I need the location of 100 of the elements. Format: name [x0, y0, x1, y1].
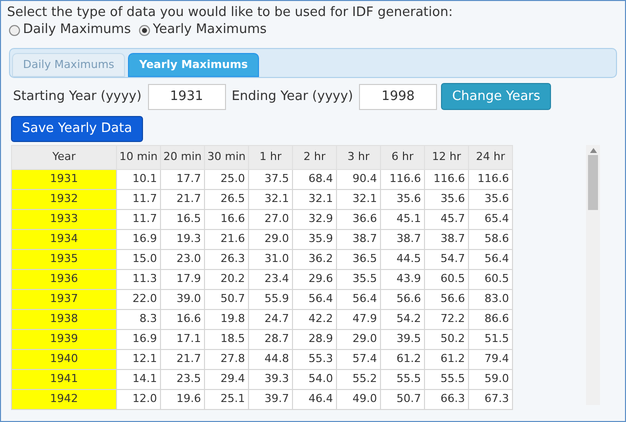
table-cell: 116.6: [380, 169, 424, 190]
table-cell: 28.9: [292, 329, 336, 350]
table-cell: 56.6: [424, 289, 468, 310]
save-yearly-data-button[interactable]: Save Yearly Data: [11, 116, 144, 142]
table-cell: 32.1: [248, 189, 292, 210]
table-cell: 51.5: [468, 329, 512, 350]
table-cell: 21.6: [204, 229, 248, 250]
table-cell: 56.6: [380, 289, 424, 310]
radio-icon[interactable]: [9, 24, 20, 36]
table-cell: 26.3: [204, 249, 248, 270]
column-header: 12 hr: [424, 145, 468, 170]
table-cell: 32.1: [292, 189, 336, 210]
table-cell: 24.7: [248, 309, 292, 330]
table-cell: 23.0: [160, 249, 204, 270]
table-cell: 17.7: [160, 169, 204, 190]
table-cell: 19.8: [204, 309, 248, 330]
table-cell: 11.7: [116, 189, 160, 210]
table-cell: 21.7: [160, 349, 204, 370]
table-cell: 38.7: [380, 229, 424, 250]
table-cell: 29.0: [248, 229, 292, 250]
table-cell: 29.4: [204, 369, 248, 390]
column-header: 10 min: [116, 145, 160, 170]
table-cell: 55.3: [292, 349, 336, 370]
table-cell: 46.4: [292, 389, 336, 410]
table-cell: 17.1: [160, 329, 204, 350]
table-cell: 16.9: [116, 229, 160, 250]
table-cell: 54.2: [380, 309, 424, 330]
table-cell: 68.4: [292, 169, 336, 190]
column-header: 24 hr: [468, 145, 512, 170]
table-cell: 60.5: [468, 269, 512, 290]
column-header: Year: [12, 145, 116, 170]
table-cell: 35.6: [468, 189, 512, 210]
year-cell: 1931: [12, 169, 116, 190]
table-cell: 36.6: [336, 209, 380, 230]
table-cell: 39.5: [380, 329, 424, 350]
table-cell: 39.3: [248, 369, 292, 390]
table-cell: 55.5: [380, 369, 424, 390]
table-cell: 116.6: [468, 169, 512, 190]
table-cell: 45.1: [380, 209, 424, 230]
table-cell: 27.0: [248, 209, 292, 230]
table-cell: 50.2: [424, 329, 468, 350]
table-cell: 16.5: [160, 209, 204, 230]
table-cell: 25.0: [204, 169, 248, 190]
year-cell: 1935: [12, 249, 116, 270]
table-cell: 55.2: [336, 369, 380, 390]
table-cell: 36.2: [292, 249, 336, 270]
column-header: 2 hr: [292, 145, 336, 170]
table-cell: 28.7: [248, 329, 292, 350]
table-cell: 66.3: [424, 389, 468, 410]
table-cell: 86.6: [468, 309, 512, 330]
start-year-field[interactable]: 1931: [148, 84, 226, 110]
table-cell: 59.0: [468, 369, 512, 390]
table-cell: 35.6: [424, 189, 468, 210]
table-cell: 21.7: [160, 189, 204, 210]
table-cell: 56.4: [336, 289, 380, 310]
table-cell: 55.5: [424, 369, 468, 390]
table-cell: 19.6: [160, 389, 204, 410]
table-cell: 79.4: [468, 349, 512, 370]
table-cell: 19.3: [160, 229, 204, 250]
year-cell: 1934: [12, 229, 116, 250]
table-cell: 45.7: [424, 209, 468, 230]
table-cell: 36.5: [336, 249, 380, 270]
table-cell: 60.5: [424, 269, 468, 290]
scrollbar[interactable]: [586, 144, 600, 405]
year-cell: 1938: [12, 309, 116, 330]
table-cell: 57.4: [336, 349, 380, 370]
table-cell: 61.2: [380, 349, 424, 370]
table-cell: 44.8: [248, 349, 292, 370]
table-cell: 8.3: [116, 309, 160, 330]
table-cell: 49.0: [336, 389, 380, 410]
year-cell: 1939: [12, 329, 116, 350]
table-cell: 55.9: [248, 289, 292, 310]
table-cell: 27.8: [204, 349, 248, 370]
table-cell: 12.0: [116, 389, 160, 410]
year-cell: 1940: [12, 349, 116, 370]
table-cell: 32.9: [292, 209, 336, 230]
scroll-thumb[interactable]: [588, 154, 598, 210]
end-year-field[interactable]: 1998: [359, 84, 438, 110]
table-cell: 56.4: [292, 289, 336, 310]
year-cell: 1942: [12, 389, 116, 410]
radio-icon[interactable]: [138, 24, 150, 36]
column-header: 1 hr: [248, 145, 292, 170]
radio-option[interactable]: Yearly Maximums: [138, 21, 267, 39]
table-cell: 90.4: [336, 169, 380, 190]
table-cell: 43.9: [380, 269, 424, 290]
table-cell: 31.0: [248, 249, 292, 270]
table-cell: 12.1: [116, 349, 160, 370]
column-header: 3 hr: [336, 145, 380, 170]
column-header: 30 min: [204, 145, 248, 170]
table-cell: 25.1: [204, 389, 248, 410]
table-cell: 32.1: [336, 189, 380, 210]
table-cell: 11.7: [116, 209, 160, 230]
table-cell: 65.4: [468, 209, 512, 230]
table-cell: 29.6: [292, 269, 336, 290]
table-cell: 39.0: [160, 289, 204, 310]
table-cell: 16.9: [116, 329, 160, 350]
year-cell: 1941: [12, 369, 116, 390]
table-cell: 61.2: [424, 349, 468, 370]
radio-option[interactable]: Daily Maximums: [9, 21, 131, 39]
instruction-text: Select the type of data you would like to be used for IDF generation:: [6, 4, 454, 21]
